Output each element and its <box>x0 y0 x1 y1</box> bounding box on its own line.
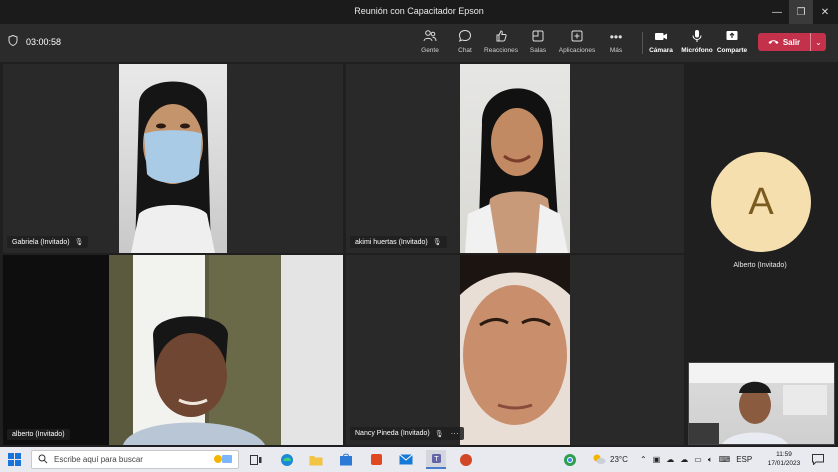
more-icon: ••• <box>609 30 623 44</box>
video-tile-nancy[interactable]: Nancy Pineda (Invitado) 🎙︎ ··· <box>346 255 684 445</box>
mic-muted-icon: 🎙︎ <box>434 430 444 438</box>
phone-hangup-icon <box>768 38 779 47</box>
network-icon[interactable]: ⌨ <box>719 455 731 464</box>
teams-icon[interactable]: T <box>426 450 446 469</box>
office-icon[interactable] <box>366 450 386 469</box>
input-language[interactable]: ESP <box>736 455 752 464</box>
leave-button[interactable]: Salir ⌄ <box>758 33 826 51</box>
avatar-initial: A <box>748 180 774 223</box>
search-highlight-icon <box>212 452 234 468</box>
mic-muted-icon: 🎙︎ <box>74 239 84 246</box>
chevron-down-icon[interactable]: ⌄ <box>810 33 826 51</box>
teams-tray-icon[interactable]: ▣ <box>653 455 661 464</box>
chrome-icon[interactable] <box>560 450 580 469</box>
weather-widget[interactable]: 23°C <box>592 447 628 472</box>
participant-video <box>119 64 227 253</box>
store-icon[interactable] <box>336 450 356 469</box>
participant-nametag: alberto (Invitado) <box>7 429 70 440</box>
video-tile-gabriela[interactable]: Gabriela (Invitado) 🎙︎ <box>3 64 343 253</box>
notifications-icon[interactable] <box>812 447 824 472</box>
meeting-timer: 03:00:58 <box>8 34 62 48</box>
restore-icon[interactable]: ❐ <box>789 0 813 24</box>
system-tray: ⌃ ▣ ☁ ☁ ▭ 🔈︎ ⌨ ESP <box>640 447 752 472</box>
task-view-icon[interactable] <box>246 450 266 469</box>
edge-browser-icon[interactable] <box>277 450 297 469</box>
share-button[interactable]: Comparte <box>709 29 755 54</box>
participant-video <box>3 255 343 445</box>
weather-temp: 23°C <box>610 455 628 464</box>
battery-icon[interactable]: ▭ <box>694 455 702 464</box>
search-placeholder: Escribe aquí para buscar <box>54 455 143 464</box>
minimize-icon[interactable]: — <box>765 0 789 24</box>
mail-icon[interactable] <box>396 450 416 469</box>
participant-nametag: akimi huertas (Invitado) 🎙︎ <box>350 236 447 248</box>
self-video <box>689 363 834 444</box>
timer-value: 03:00:58 <box>26 36 62 47</box>
video-tile-akimi[interactable]: akimi huertas (Invitado) 🎙︎ <box>346 64 684 253</box>
participant-name: alberto (Invitado) <box>12 431 65 438</box>
cloud-icon[interactable]: ☁ <box>680 455 688 464</box>
onedrive-icon[interactable]: ☁ <box>666 455 674 464</box>
windows-taskbar: Escribe aquí para buscar T 23°C ⌃ ▣ ☁ ☁ … <box>0 447 838 472</box>
more-options-icon[interactable]: ··· <box>451 429 459 438</box>
volume-icon[interactable]: 🔈︎ <box>708 455 713 465</box>
share-icon <box>709 29 755 45</box>
more-label: Más <box>609 47 623 54</box>
mic-muted-icon: 🎙︎ <box>432 239 442 246</box>
participant-nametag: Gabriela (Invitado) 🎙︎ <box>7 236 89 248</box>
windows-start-icon[interactable] <box>8 453 21 466</box>
close-icon[interactable]: ✕ <box>813 0 837 24</box>
self-view-tile[interactable] <box>688 362 835 445</box>
taskbar-clock[interactable]: 11:59 17/01/2023 <box>762 450 806 468</box>
leave-label: Salir <box>782 37 801 47</box>
video-tile-alberto[interactable]: alberto (Invitado) <box>3 255 343 445</box>
participant-name: Gabriela (Invitado) <box>12 238 70 246</box>
meeting-toolbar: 03:00:58 Gente Chat Reacciones Salas Apl… <box>0 24 838 62</box>
shield-icon <box>8 34 18 48</box>
more-button[interactable]: ••• Más <box>593 29 639 54</box>
svg-text:T: T <box>433 455 439 463</box>
clock-date: 17/01/2023 <box>767 460 801 467</box>
leave-main[interactable]: Salir <box>758 38 810 47</box>
powerpoint-icon[interactable] <box>456 450 476 469</box>
avatar[interactable]: A <box>711 152 811 252</box>
participant-name: Nancy Pineda (Invitado) <box>355 430 430 437</box>
weather-icon <box>592 453 606 467</box>
video-stage: Gabriela (Invitado) 🎙︎ akimi huertas (In… <box>0 62 838 447</box>
participant-nametag: Nancy Pineda (Invitado) 🎙︎ ··· <box>350 427 464 440</box>
participant-video <box>460 255 570 445</box>
participant-video <box>460 64 570 253</box>
clock-time: 11:59 <box>776 451 792 458</box>
title-bar: Reunión con Capacitador Epson — ❐ ✕ <box>0 0 838 24</box>
search-icon <box>38 454 48 466</box>
window-title: Reunión con Capacitador Epson <box>354 6 484 16</box>
taskbar-search[interactable]: Escribe aquí para buscar <box>31 450 239 469</box>
avatar-participant-name: Alberto (Invitado) <box>733 262 787 269</box>
share-label: Comparte <box>716 47 748 54</box>
participant-name: akimi huertas (Invitado) <box>355 238 428 246</box>
file-explorer-icon[interactable] <box>306 450 326 469</box>
chevron-up-icon[interactable]: ⌃ <box>640 455 647 464</box>
